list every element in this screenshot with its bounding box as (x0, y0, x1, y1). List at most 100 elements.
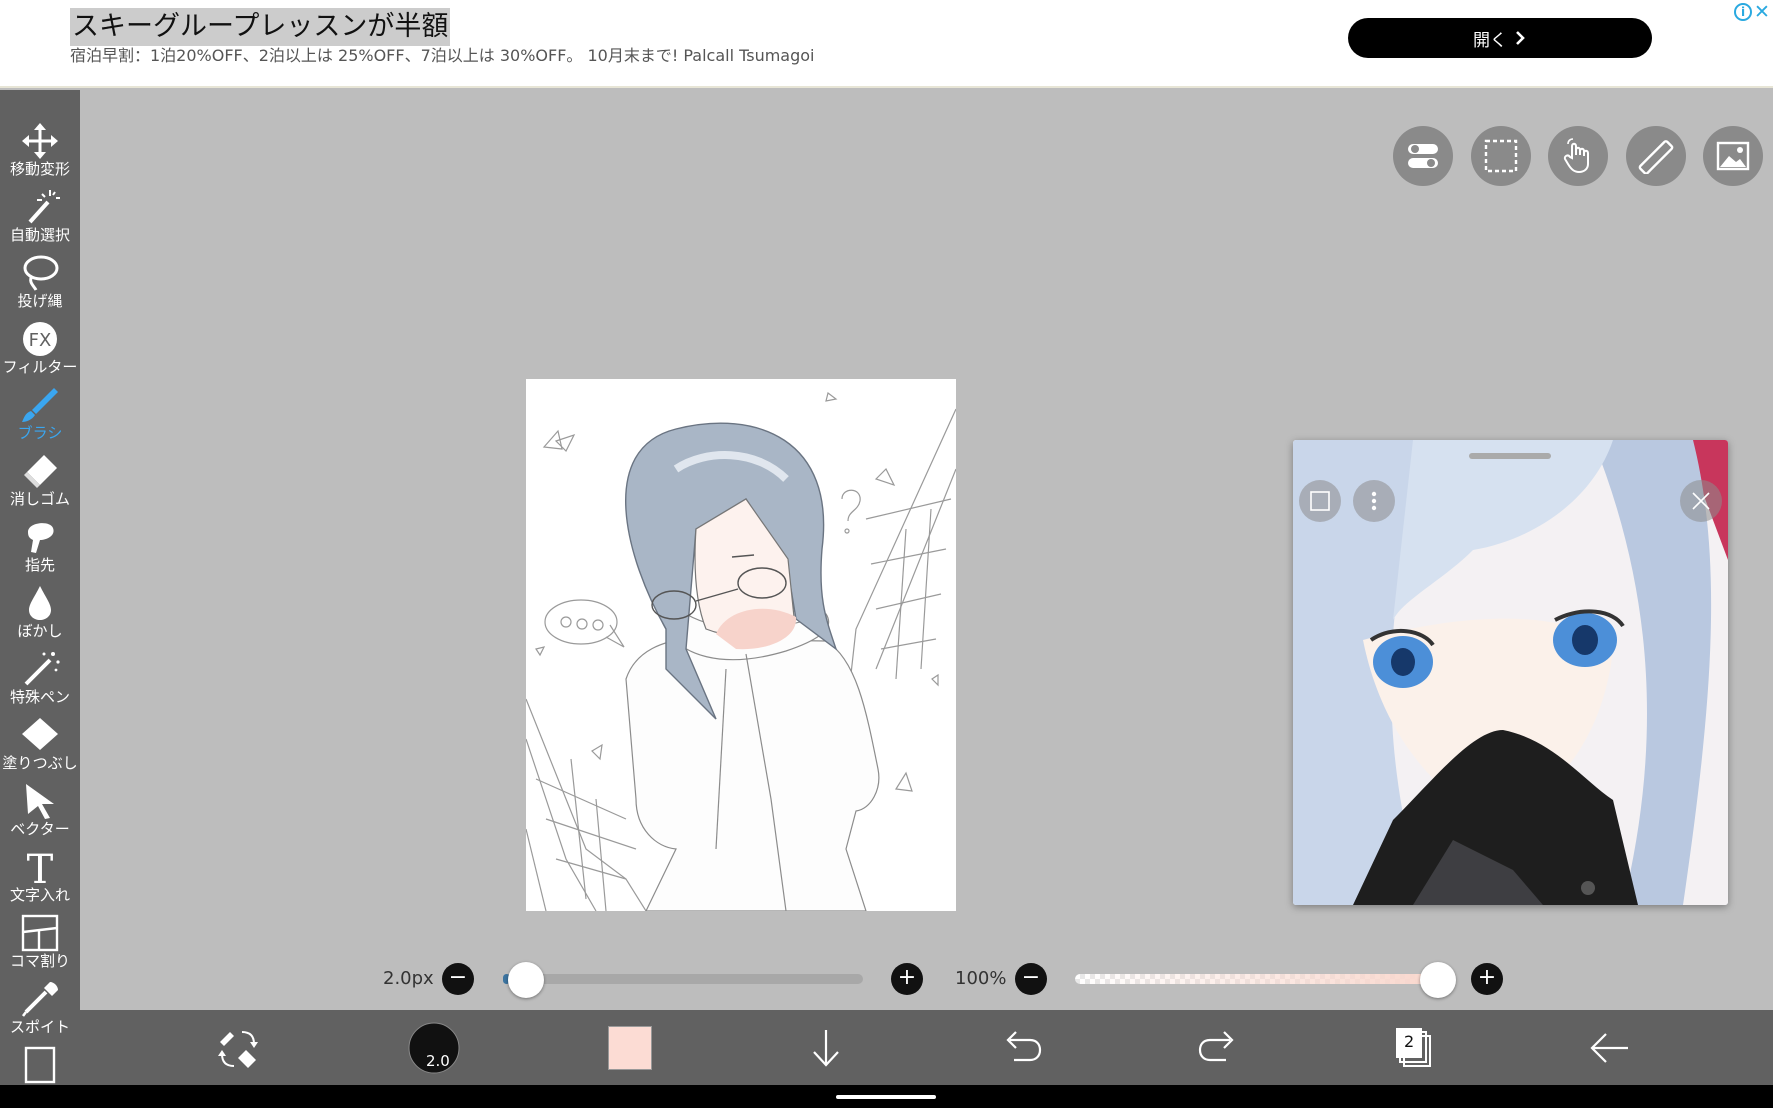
brush-icon (22, 388, 58, 422)
tool-label: ベクター (10, 820, 70, 838)
tool-label: 塗りつぶし (2, 754, 78, 772)
reference-more-button[interactable] (1353, 480, 1395, 522)
magic-wand-icon (28, 190, 60, 224)
tool-vector[interactable]: ベクター (0, 782, 80, 848)
info-icon[interactable]: i (1734, 3, 1752, 21)
layer-count: 2 (1404, 1032, 1415, 1051)
svg-text:T: T (27, 848, 54, 886)
tool-label: 投げ縄 (17, 292, 63, 310)
brush-size-label: 2.0px (383, 968, 434, 989)
tool-eyedropper[interactable]: スポイト (0, 980, 80, 1046)
reference-window[interactable] (1293, 440, 1728, 905)
ad-open-button[interactable]: 開く (1348, 18, 1652, 58)
tool-label: コマ割り (9, 952, 70, 970)
opacity-decrease-button[interactable]: − (1015, 963, 1047, 995)
ruler-icon (1638, 140, 1674, 174)
tool-label: 指先 (24, 556, 55, 574)
opacity-thumb[interactable] (1420, 962, 1456, 998)
brush-eraser-swap-button[interactable] (210, 1020, 266, 1076)
tool-move-transform[interactable]: 移動変形 (0, 122, 80, 188)
close-icon (1692, 492, 1710, 510)
image-button[interactable] (1703, 126, 1763, 186)
ruler-button[interactable] (1626, 126, 1686, 186)
hand-button[interactable] (1548, 126, 1608, 186)
tool-filter[interactable]: FX フィルター (0, 320, 80, 386)
tool-special-pen[interactable]: 特殊ペン (0, 650, 80, 716)
fx-icon: FX (23, 322, 57, 356)
brush-size-button[interactable]: 2.0 (406, 1020, 462, 1076)
brush-size-increase-button[interactable]: + (891, 963, 923, 995)
close-icon[interactable]: ✕ (1754, 1, 1770, 23)
opacity-slider[interactable] (1075, 974, 1439, 984)
fill-bucket-icon (22, 718, 58, 750)
bottom-toolbar: 2.0 2 (80, 1010, 1773, 1085)
redo-button[interactable] (1190, 1020, 1246, 1076)
eyedropper-icon (21, 982, 58, 1017)
brush-size-decrease-button[interactable]: − (442, 963, 474, 995)
move-transform-icon (22, 123, 58, 159)
merge-down-button[interactable] (798, 1020, 854, 1076)
tool-text[interactable]: T 文字入れ (0, 848, 80, 914)
square-icon (1310, 491, 1330, 511)
undo-icon (1006, 1031, 1042, 1062)
tool-finger[interactable]: 指先 (0, 518, 80, 584)
tool-label: ブラシ (17, 424, 63, 442)
svg-text:FX: FX (29, 330, 52, 351)
arrow-down-icon (813, 1030, 839, 1067)
tool-label: 自動選択 (9, 226, 70, 244)
lasso-icon (23, 255, 59, 291)
tool-label: 移動変形 (9, 160, 70, 178)
tool-blur[interactable]: ぼかし (0, 584, 80, 650)
ad-banner[interactable]: スキーグループレッスンが半額 宿泊早割：1泊20%OFF、2泊以上は 25%OF… (0, 0, 1773, 88)
artwork-drawing (526, 391, 956, 911)
brush-size-slider[interactable] (503, 974, 863, 984)
tool-fill[interactable]: 塗りつぶし (0, 716, 80, 782)
drawing-canvas[interactable] (526, 379, 956, 911)
tool-frame-divider[interactable]: コマ割り (0, 914, 80, 980)
back-button[interactable] (1582, 1020, 1638, 1076)
finger-icon (28, 523, 54, 553)
opacity-label: 100% (955, 968, 1007, 989)
reference-square-button[interactable] (1299, 480, 1341, 522)
ad-title[interactable]: スキーグループレッスンが半額 (70, 8, 451, 46)
hand-icon (1563, 138, 1589, 174)
tool-label: ぼかし (17, 622, 63, 640)
reference-close-button[interactable] (1680, 480, 1722, 522)
tool-brush[interactable]: ブラシ (0, 386, 80, 452)
ad-open-label: 開く (1473, 30, 1507, 51)
vector-cursor-icon (26, 784, 54, 819)
layers-button[interactable]: 2 (1386, 1020, 1442, 1076)
tool-label: フィルター (2, 358, 78, 376)
ad-subtitle[interactable]: 宿泊早割：1泊20%OFF、2泊以上は 25%OFF、7泊以上は 30%OFF。… (70, 45, 815, 67)
more-icon (1371, 491, 1377, 511)
back-arrow-icon (1590, 1033, 1628, 1063)
blur-drop-icon (29, 586, 51, 620)
image-icon (1716, 141, 1750, 171)
reference-drag-handle[interactable] (1469, 453, 1551, 459)
text-icon: T (27, 848, 54, 886)
brush-size-thumb[interactable] (508, 962, 544, 998)
tool-canvas[interactable] (0, 1046, 80, 1085)
color-button[interactable] (602, 1020, 658, 1076)
toggle-panel-button[interactable] (1393, 126, 1453, 186)
tool-auto-select[interactable]: 自動選択 (0, 188, 80, 254)
canvas-frame-icon (24, 1046, 56, 1084)
redo-icon (1198, 1031, 1234, 1062)
undo-button[interactable] (994, 1020, 1050, 1076)
selection-icon (1484, 139, 1518, 173)
color-swatch (608, 1026, 652, 1070)
home-indicator[interactable] (836, 1095, 936, 1099)
brush-eraser-swap-icon (218, 1031, 258, 1068)
tool-eraser[interactable]: 消しゴム (0, 452, 80, 518)
frame-divider-icon (21, 914, 59, 952)
brush-size-badge: 2.0 (426, 1052, 450, 1070)
selection-button[interactable] (1471, 126, 1531, 186)
tool-label: 特殊ペン (9, 688, 70, 706)
opacity-increase-button[interactable]: + (1471, 963, 1503, 995)
eraser-icon (24, 455, 57, 488)
special-pen-icon (24, 652, 60, 686)
chevron-right-icon (1516, 31, 1525, 45)
tool-lasso[interactable]: 投げ縄 (0, 254, 80, 320)
tool-label: 文字入れ (9, 886, 70, 904)
tool-label: スポイト (9, 1018, 70, 1036)
